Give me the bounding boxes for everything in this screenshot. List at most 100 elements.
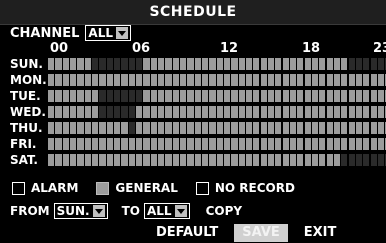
schedule-cell[interactable] bbox=[136, 90, 143, 102]
schedule-cell[interactable] bbox=[348, 90, 355, 102]
schedule-cell[interactable] bbox=[55, 122, 62, 134]
schedule-cell[interactable] bbox=[84, 90, 91, 102]
schedule-cell[interactable] bbox=[319, 74, 326, 86]
schedule-cell[interactable] bbox=[260, 138, 267, 150]
schedule-cell[interactable] bbox=[370, 74, 377, 86]
schedule-cell[interactable] bbox=[172, 90, 179, 102]
schedule-cell[interactable] bbox=[143, 122, 150, 134]
schedule-cell[interactable] bbox=[179, 74, 187, 86]
day-row-sat[interactable]: SAT. bbox=[10, 153, 386, 167]
schedule-cell[interactable] bbox=[179, 58, 187, 70]
schedule-cell[interactable] bbox=[121, 58, 128, 70]
schedule-cell[interactable] bbox=[311, 90, 319, 102]
schedule-cell[interactable] bbox=[311, 138, 319, 150]
day-row-sun[interactable]: SUN. bbox=[10, 57, 386, 71]
schedule-cell[interactable] bbox=[172, 106, 179, 118]
schedule-cell[interactable] bbox=[216, 74, 223, 86]
day-row-fri[interactable]: FRI. bbox=[10, 137, 386, 151]
schedule-cell[interactable] bbox=[223, 154, 231, 166]
schedule-cell[interactable] bbox=[121, 122, 128, 134]
schedule-cell[interactable] bbox=[363, 122, 370, 134]
schedule-cell[interactable] bbox=[341, 74, 348, 86]
schedule-cell[interactable] bbox=[289, 154, 297, 166]
schedule-cell[interactable] bbox=[333, 122, 341, 134]
chevron-down-icon[interactable] bbox=[174, 205, 187, 217]
schedule-cell[interactable] bbox=[92, 106, 99, 118]
schedule-cell[interactable] bbox=[267, 122, 275, 134]
schedule-cell[interactable] bbox=[157, 138, 165, 150]
schedule-cell[interactable] bbox=[370, 122, 377, 134]
schedule-cell[interactable] bbox=[62, 138, 69, 150]
schedule-cell[interactable] bbox=[106, 122, 113, 134]
schedule-cell[interactable] bbox=[363, 74, 370, 86]
schedule-cell[interactable] bbox=[333, 154, 341, 166]
schedule-cell[interactable] bbox=[282, 58, 289, 70]
schedule-cell[interactable] bbox=[70, 154, 77, 166]
schedule-cell[interactable] bbox=[253, 106, 260, 118]
schedule-cell[interactable] bbox=[201, 138, 209, 150]
schedule-cell[interactable] bbox=[319, 122, 326, 134]
schedule-cell[interactable] bbox=[253, 90, 260, 102]
schedule-cell[interactable] bbox=[187, 58, 194, 70]
schedule-cell[interactable] bbox=[216, 122, 223, 134]
schedule-cell[interactable] bbox=[70, 122, 77, 134]
schedule-cell[interactable] bbox=[143, 106, 150, 118]
schedule-cell[interactable] bbox=[194, 90, 201, 102]
schedule-cell[interactable] bbox=[282, 122, 289, 134]
schedule-cell[interactable] bbox=[201, 106, 209, 118]
schedule-cell[interactable] bbox=[238, 106, 245, 118]
schedule-cell[interactable] bbox=[84, 154, 91, 166]
schedule-cell[interactable] bbox=[275, 106, 282, 118]
schedule-cell[interactable] bbox=[245, 106, 253, 118]
schedule-cell[interactable] bbox=[128, 106, 135, 118]
schedule-cell[interactable] bbox=[231, 138, 238, 150]
schedule-cell[interactable] bbox=[341, 138, 348, 150]
from-select[interactable]: SUN. bbox=[53, 203, 108, 219]
schedule-cell[interactable] bbox=[165, 138, 172, 150]
schedule-cell[interactable] bbox=[377, 138, 385, 150]
schedule-cell[interactable] bbox=[289, 138, 297, 150]
schedule-cell[interactable] bbox=[253, 138, 260, 150]
schedule-cell[interactable] bbox=[172, 58, 179, 70]
schedule-cell[interactable] bbox=[289, 90, 297, 102]
schedule-cell[interactable] bbox=[187, 122, 194, 134]
schedule-cell[interactable] bbox=[92, 58, 99, 70]
schedule-cell[interactable] bbox=[106, 58, 113, 70]
schedule-cell[interactable] bbox=[275, 154, 282, 166]
schedule-cell[interactable] bbox=[282, 106, 289, 118]
schedule-cell[interactable] bbox=[84, 106, 91, 118]
schedule-cell[interactable] bbox=[282, 138, 289, 150]
schedule-cell[interactable] bbox=[62, 106, 69, 118]
schedule-cell[interactable] bbox=[311, 58, 319, 70]
schedule-cell[interactable] bbox=[267, 138, 275, 150]
schedule-cell[interactable] bbox=[143, 58, 150, 70]
schedule-cell[interactable] bbox=[311, 106, 319, 118]
schedule-cell[interactable] bbox=[143, 90, 150, 102]
schedule-cell[interactable] bbox=[194, 154, 201, 166]
schedule-cell[interactable] bbox=[304, 106, 311, 118]
schedule-cell[interactable] bbox=[326, 106, 333, 118]
schedule-cell[interactable] bbox=[62, 122, 69, 134]
schedule-cell[interactable] bbox=[231, 58, 238, 70]
schedule-cell[interactable] bbox=[289, 106, 297, 118]
schedule-cell[interactable] bbox=[282, 74, 289, 86]
schedule-cell[interactable] bbox=[62, 74, 69, 86]
schedule-cell[interactable] bbox=[114, 90, 121, 102]
schedule-cell[interactable] bbox=[48, 138, 55, 150]
schedule-cell[interactable] bbox=[282, 90, 289, 102]
schedule-cell[interactable] bbox=[319, 138, 326, 150]
schedule-cell[interactable] bbox=[121, 154, 128, 166]
schedule-cell[interactable] bbox=[84, 58, 91, 70]
schedule-cell[interactable] bbox=[106, 90, 113, 102]
schedule-cell[interactable] bbox=[114, 122, 121, 134]
schedule-cell[interactable] bbox=[333, 106, 341, 118]
schedule-cell[interactable] bbox=[238, 154, 245, 166]
schedule-cell[interactable] bbox=[55, 154, 62, 166]
schedule-cell[interactable] bbox=[201, 74, 209, 86]
schedule-cell[interactable] bbox=[157, 90, 165, 102]
schedule-cell[interactable] bbox=[355, 122, 363, 134]
schedule-cell[interactable] bbox=[223, 90, 231, 102]
schedule-cell[interactable] bbox=[201, 122, 209, 134]
schedule-cell[interactable] bbox=[48, 122, 55, 134]
schedule-cell[interactable] bbox=[275, 138, 282, 150]
